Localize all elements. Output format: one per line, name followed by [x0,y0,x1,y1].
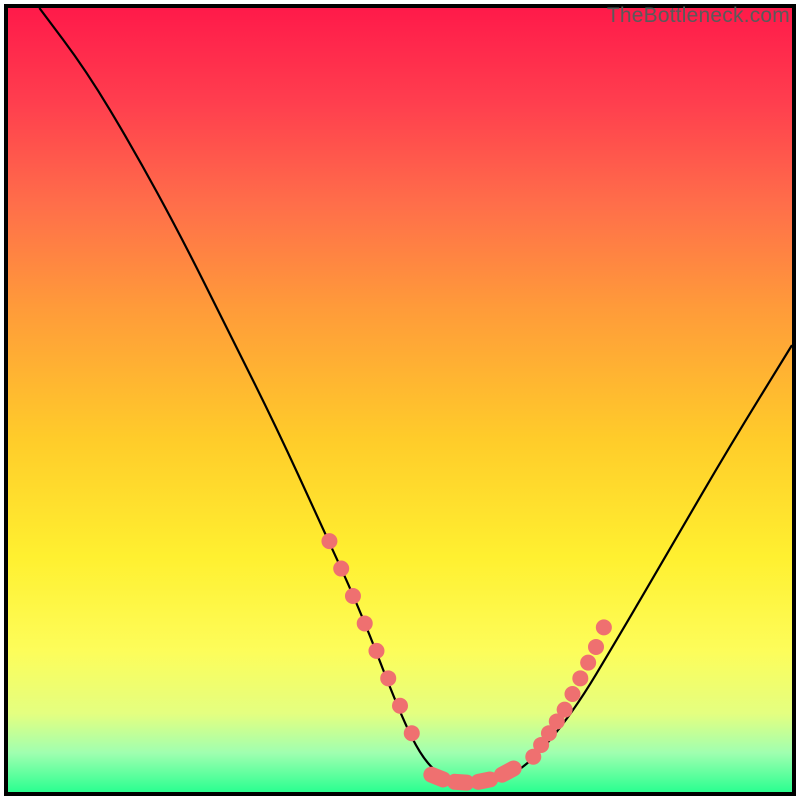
highlight-dot [321,533,337,549]
highlight-dot [357,615,373,631]
highlight-dot [572,670,588,686]
highlight-dot [392,698,408,714]
highlight-dot [368,643,384,659]
highlight-dot [333,561,349,577]
highlight-capsule [502,768,514,774]
highlight-dot [380,670,396,686]
highlight-dot [564,686,580,702]
highlight-dot [580,655,596,671]
curve-path [39,8,792,783]
highlight-capsule [478,779,490,781]
bottleneck-curve [39,8,792,783]
highlight-dot [596,619,612,635]
highlight-capsule [455,782,467,783]
highlight-dot [588,639,604,655]
attribution-text: TheBottleneck.com [607,4,790,28]
chart-container: TheBottleneck.com [0,0,800,800]
highlight-dots-bottom [431,768,513,782]
highlight-capsule [431,775,443,780]
chart-svg [8,8,792,792]
plot-area [4,4,796,796]
highlight-dot [345,588,361,604]
highlight-dots-right [525,619,612,764]
highlight-dot [557,702,573,718]
highlight-dot [404,725,420,741]
